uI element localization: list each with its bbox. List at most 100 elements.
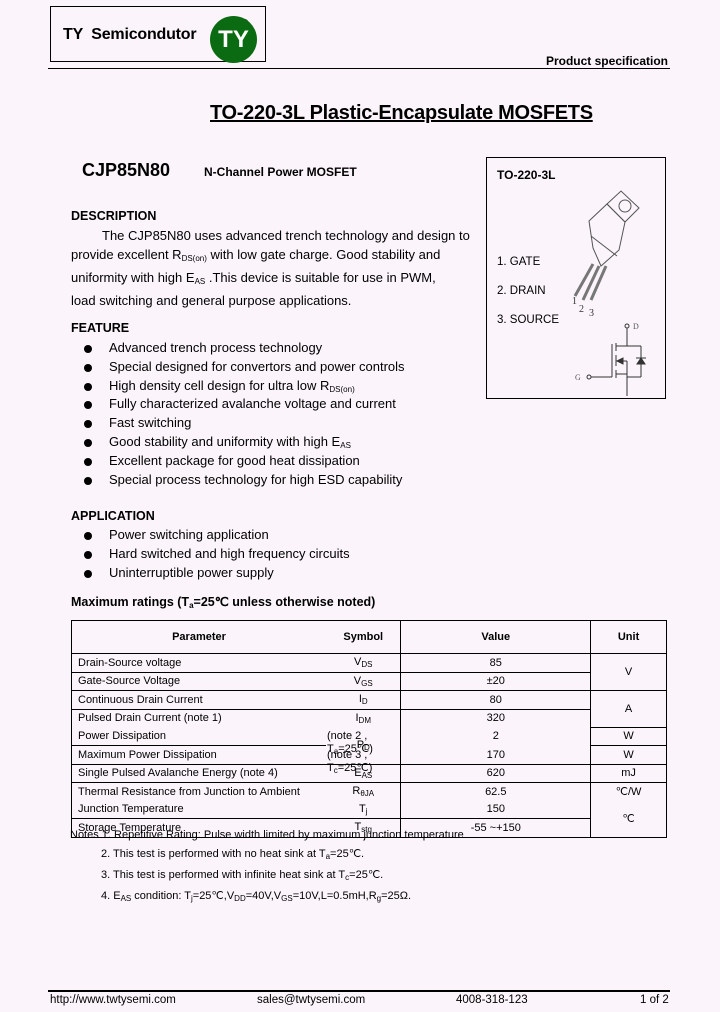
parameter-cell: Pulsed Drain Current (note 1) — [71, 709, 327, 727]
document-type: Product specification — [545, 54, 668, 68]
lead-label: 2 — [579, 304, 584, 315]
list-item-text: Special process technology for high ESD … — [109, 472, 402, 488]
value-cell: 62.5 — [400, 782, 591, 801]
bullet-icon — [84, 401, 92, 410]
bullet-icon — [84, 550, 92, 559]
column-header: Symbol — [326, 620, 401, 654]
symbol-cell: VGS — [326, 672, 401, 691]
to220-package-icon — [573, 190, 640, 301]
parameter-name: Gate-Source Voltage — [78, 675, 181, 688]
unit-cell: V — [590, 653, 667, 691]
bullet-icon — [84, 363, 92, 372]
pin-label: 2. DRAIN — [497, 285, 546, 297]
symbol: T — [358, 802, 366, 815]
parameter-cell: Thermal Resistance from Junction to Ambi… — [71, 782, 327, 801]
parameter-name: Continuous Drain Current — [78, 693, 203, 706]
parameter-cell: Drain-Source voltage — [71, 653, 327, 673]
phone-number: 4008-318-123 — [456, 994, 528, 1006]
parameter-cell: Maximum Power Dissipation (note 3 , Tc=25… — [71, 745, 372, 775]
email-link[interactable]: sales@twtysemi.com — [257, 994, 365, 1006]
table-header-row: Parameter Symbol Value Unit — [71, 620, 667, 654]
symbol-subscript: DM — [358, 715, 371, 725]
parameter-name: Maximum Power Dissipation — [78, 748, 217, 761]
description-line: provide excellent RDS(on) with low gate … — [71, 245, 481, 268]
parameter-name: Drain-Source voltage — [78, 656, 182, 669]
description-line: load switching and general purpose appli… — [71, 293, 352, 308]
text: Fast switching — [109, 415, 192, 431]
website-link[interactable]: http://www.twtysemi.com — [50, 994, 176, 1006]
symbol-cell: IDM — [326, 709, 401, 727]
note: 3. This test is performed with infinite … — [70, 866, 464, 887]
footer-divider — [48, 990, 670, 992]
unit-cell: W — [590, 727, 667, 746]
part-subtitle: N-Channel Power MOSFET — [204, 165, 357, 179]
subscript: DS(on) — [181, 254, 207, 263]
text: =25℃ unless otherwise noted) — [193, 595, 376, 609]
max-ratings-table: Parameter Symbol Value Unit Drain-Source… — [71, 620, 667, 838]
brand-name: TY Semicondutor — [63, 26, 197, 43]
description-line: uniformity with high EAS .This device is… — [71, 268, 481, 291]
note: 4. EAS condition: Tj=25℃,VDD=40V,VGS=10V… — [70, 887, 464, 908]
note: Notes 1. Repetitive Rating: Pulse width … — [70, 829, 464, 841]
application-heading: APPLICATION — [71, 509, 155, 523]
table-row: Thermal Resistance from Junction to Ambi… — [71, 782, 667, 801]
parameter-note: (note 3 , Tc=25℃) — [327, 749, 372, 775]
value-cell: 170 — [400, 745, 591, 765]
symbol-subscript: GS — [361, 678, 373, 688]
description-text: The CJP85N80 uses advanced trench techno… — [71, 226, 481, 310]
text: provide excellent R — [71, 247, 182, 262]
symbol-cell: VDS — [326, 653, 401, 673]
subscript: DS(on) — [329, 384, 355, 394]
package-illustration: 1 2 3 D G S — [572, 190, 646, 396]
list-item-text: Hard switched and high frequency circuit… — [109, 546, 350, 561]
list-item-text: Excellent package for good heat dissipat… — [109, 453, 360, 469]
logo-emblem: TY — [210, 16, 257, 63]
package-name: TO-220-3L — [497, 168, 556, 182]
bullet-icon — [84, 532, 92, 540]
text: =10V,L=0.5mH,R — [292, 890, 377, 902]
parameter-cell: Junction Temperature — [71, 800, 327, 819]
description-heading: DESCRIPTION — [71, 209, 157, 223]
text: Advanced trench process technology — [109, 340, 323, 355]
text: Excellent package for good heat dissipat… — [109, 452, 360, 468]
value-cell: 2 — [400, 727, 591, 746]
list-item-text: Fully characterized avalanche voltage an… — [109, 396, 396, 412]
subscript: DD — [234, 894, 246, 903]
gate-label: G — [575, 373, 581, 382]
text: with low gate charge. Good stability and — [206, 247, 441, 262]
table-row: Pulsed Drain Current (note 1) IDM 320 — [71, 709, 667, 727]
parameter-cell: Power Dissipation (note 2 , Ta=25℃) — [71, 727, 373, 756]
description-line: The CJP85N80 uses advanced trench techno… — [102, 228, 470, 243]
parameter-name: Junction Temperature — [78, 803, 184, 816]
symbol-subscript: j — [365, 806, 368, 816]
bullet-icon — [84, 457, 92, 466]
subscript: GS — [281, 894, 293, 903]
package-panel: TO-220-3L 1. GATE 2. DRAIN 3. SOURCE 1 2… — [486, 157, 666, 399]
max-ratings-heading: Maximum ratings (Ta=25℃ unless otherwise… — [71, 594, 375, 610]
text: Uninterruptible power supply — [109, 564, 274, 580]
value-cell: 150 — [400, 800, 591, 819]
value-cell: ±20 — [400, 672, 591, 691]
bullet-icon — [84, 476, 92, 485]
symbol-cell: ID — [326, 690, 401, 710]
table-row: Gate-Source Voltage VGS ±20 — [71, 672, 667, 691]
value-cell: 85 — [400, 653, 591, 673]
text: Maximum ratings (T — [71, 595, 190, 609]
document-title: TO-220-3L Plastic-Encapsulate MOSFETS — [210, 102, 593, 124]
symbol-subscript: DS — [361, 660, 373, 670]
parameter-name: Single Pulsed Avalanche Energy (note 4) — [78, 767, 278, 780]
table-row: Power Dissipation (note 2 , Ta=25℃) PD 2 W — [71, 727, 667, 765]
column-header: Unit — [590, 620, 667, 654]
text: =40V,V — [245, 890, 282, 902]
text: =25℃. — [349, 869, 384, 881]
table-row: Junction Temperature Tj 150 ℃ — [71, 800, 667, 838]
list-item-text: Uninterruptible power supply — [109, 565, 274, 580]
list-item-text: High density cell design for ultra low R… — [109, 378, 355, 394]
list-item-text: Fast switching — [109, 415, 191, 431]
list-item-text: Advanced trench process technology — [109, 340, 322, 356]
text: Special process technology for high ESD … — [109, 471, 403, 487]
text: =25℃) — [337, 761, 373, 774]
lead-label: 1 — [572, 296, 577, 307]
lead-label: 3 — [589, 308, 594, 319]
text: =25℃,V — [192, 890, 235, 902]
